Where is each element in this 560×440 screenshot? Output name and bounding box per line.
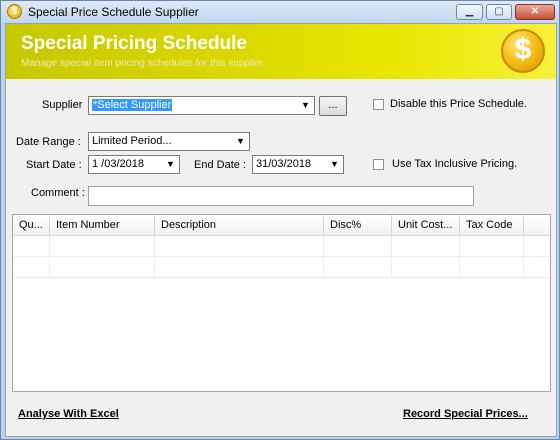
table-row[interactable]	[13, 257, 550, 278]
column-header-disc[interactable]: Disc%	[324, 215, 392, 235]
grid-cell[interactable]	[460, 236, 524, 256]
tax-inclusive-label: Use Tax Inclusive Pricing.	[392, 158, 518, 170]
analyse-with-excel-link[interactable]: Analyse With Excel	[18, 408, 119, 420]
grid-cell[interactable]	[50, 257, 155, 277]
grid-cell[interactable]	[460, 257, 524, 277]
page-subtitle: Manage special item pricing schedules fo…	[21, 58, 266, 69]
window: $ Special Price Schedule Supplier ▁ ▢ ✕ …	[0, 0, 560, 440]
comment-label: Comment :	[31, 187, 85, 199]
column-header-unit-cost[interactable]: Unit Cost...	[392, 215, 460, 235]
chevron-down-icon[interactable]: ▼	[163, 157, 178, 172]
dollar-app-icon: $	[7, 4, 22, 19]
grid-cell[interactable]	[392, 236, 460, 256]
end-date-label: End Date :	[194, 159, 246, 171]
grid-cell[interactable]	[392, 257, 460, 277]
title-bar[interactable]: $ Special Price Schedule Supplier ▁ ▢ ✕	[1, 1, 559, 23]
supplier-value: *Select Supplier	[92, 99, 173, 111]
minimize-button[interactable]: ▁	[456, 4, 483, 20]
grid-cell[interactable]	[50, 236, 155, 256]
client-area: Special Pricing Schedule Manage special …	[5, 23, 557, 437]
grid-cell[interactable]	[13, 236, 50, 256]
close-button[interactable]: ✕	[515, 4, 555, 20]
window-title: Special Price Schedule Supplier	[28, 5, 199, 19]
end-date-value: 31/03/2018	[256, 158, 312, 170]
date-range-value: Limited Period...	[92, 135, 172, 147]
maximize-button[interactable]: ▢	[486, 4, 512, 20]
disable-schedule-checkbox[interactable]	[373, 99, 384, 110]
start-date-value: 1 /03/2018	[92, 158, 144, 170]
date-range-dropdown[interactable]: Limited Period... ▼	[88, 132, 250, 151]
dollar-coin-icon: $	[501, 29, 545, 73]
chevron-down-icon[interactable]: ▼	[298, 98, 313, 113]
chevron-down-icon[interactable]: ▼	[327, 157, 342, 172]
grid-header: Qu... Item Number Description Disc% Unit…	[13, 215, 550, 236]
supplier-label: Supplier	[42, 99, 83, 111]
column-header-qty[interactable]: Qu...	[13, 215, 50, 235]
grid-cell[interactable]	[155, 236, 324, 256]
disable-schedule-label: Disable this Price Schedule.	[390, 98, 527, 110]
supplier-dropdown[interactable]: *Select Supplier ▼	[88, 96, 315, 115]
grid-cell[interactable]	[155, 257, 324, 277]
grid-cell[interactable]	[324, 257, 392, 277]
column-header-item-number[interactable]: Item Number	[50, 215, 155, 235]
comment-input[interactable]	[88, 186, 474, 206]
record-special-prices-link[interactable]: Record Special Prices...	[403, 408, 528, 420]
header-banner: Special Pricing Schedule Manage special …	[6, 24, 556, 79]
browse-supplier-button[interactable]: ...	[319, 96, 347, 116]
end-date-picker[interactable]: 31/03/2018 ▼	[252, 155, 344, 174]
pricing-grid[interactable]: Qu... Item Number Description Disc% Unit…	[12, 214, 551, 392]
page-title: Special Pricing Schedule	[21, 33, 247, 54]
tax-inclusive-checkbox[interactable]	[373, 159, 384, 170]
chevron-down-icon[interactable]: ▼	[233, 134, 248, 149]
start-date-picker[interactable]: 1 /03/2018 ▼	[88, 155, 180, 174]
table-row[interactable]	[13, 236, 550, 257]
start-date-label: Start Date :	[26, 159, 82, 171]
column-header-tax-code[interactable]: Tax Code	[460, 215, 524, 235]
grid-cell[interactable]	[324, 236, 392, 256]
column-header-description[interactable]: Description	[155, 215, 324, 235]
date-range-label: Date Range :	[16, 136, 81, 148]
grid-cell[interactable]	[13, 257, 50, 277]
